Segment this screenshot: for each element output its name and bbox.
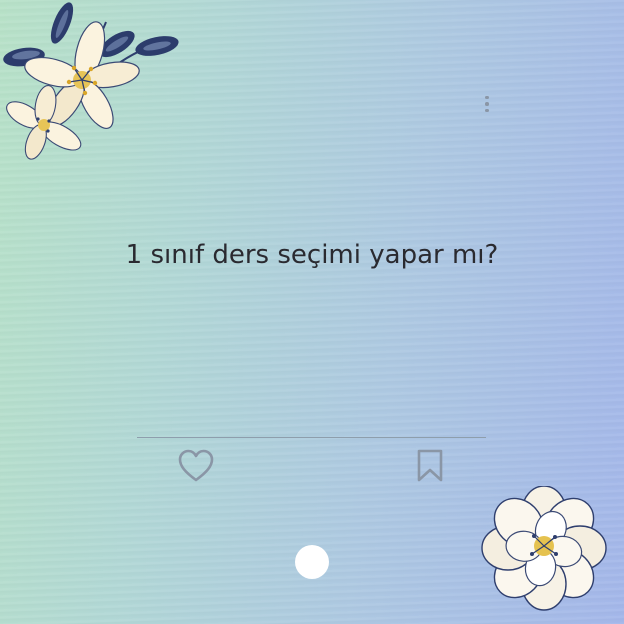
question-text: 1 sınıf ders seçimi yapar mı?: [125, 240, 499, 270]
pagination-dot[interactable]: [295, 545, 329, 579]
flower-decoration-top-left: [3, 2, 179, 160]
more-vertical-icon-dot: [485, 108, 489, 113]
more-vertical-icon-dot: [485, 102, 489, 106]
like-button[interactable]: [176, 447, 216, 485]
more-vertical-icon: [485, 95, 489, 100]
bookmark-button[interactable]: [412, 447, 448, 485]
flower-decoration-bottom-right: [481, 486, 607, 611]
bookmark-icon: [417, 449, 443, 482]
heart-icon: [178, 449, 214, 482]
more-options-button[interactable]: [476, 92, 498, 116]
divider: [137, 437, 486, 438]
